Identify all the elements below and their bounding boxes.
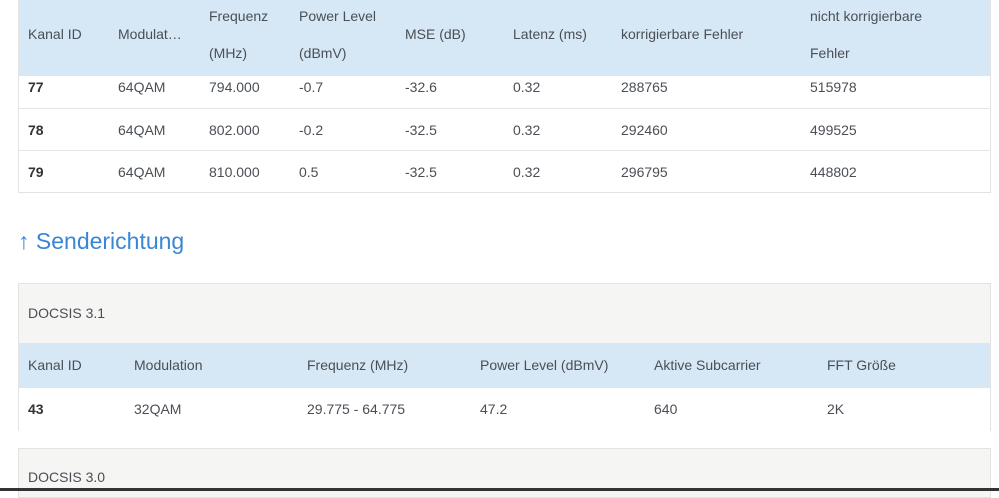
table-header: Kanal ID Modulation Frequenz (MHz) Power… xyxy=(19,343,990,388)
table-row: 77 64QAM 794.000 -0.7 -32.6 0.32 288765 … xyxy=(19,76,990,108)
col-nicht-korrigierbare: nicht korrigierbare xyxy=(810,8,923,24)
cell-power: -0.2 xyxy=(299,122,324,138)
col-fft-groesse: FFT Größe xyxy=(827,357,896,373)
col-power-level: Power Level (dBmV) xyxy=(480,357,609,373)
table-row: 43 32QAM 29.775 - 64.775 47.2 640 2K xyxy=(19,388,990,431)
cell-power: 0.5 xyxy=(299,164,319,180)
col-frequenz-unit: (MHz) xyxy=(209,45,248,61)
col-aktive-subcarrier: Aktive Subcarrier xyxy=(654,357,761,373)
cell-power: -0.7 xyxy=(299,79,324,95)
col-power-level-unit: (dBmV) xyxy=(299,45,347,61)
table-header: Kanal ID Modulat… Frequenz (MHz) Power L… xyxy=(19,0,990,76)
cell-latenz: 0.32 xyxy=(513,122,541,138)
docsis31-panel: DOCSIS 3.1 Kanal ID Modulation Frequenz … xyxy=(18,283,991,431)
section-title-senderichtung: ↑ Senderichtung xyxy=(18,228,185,254)
cell-nicht-korr: 515978 xyxy=(810,79,857,95)
table-row: 78 64QAM 802.000 -0.2 -32.5 0.32 292460 … xyxy=(19,108,990,150)
cell-subcarrier: 640 xyxy=(654,401,678,417)
cell-korr: 288765 xyxy=(621,79,668,95)
cell-frequenz: 802.000 xyxy=(209,122,260,138)
cell-latenz: 0.32 xyxy=(513,79,541,95)
downstream-table: Kanal ID Modulat… Frequenz (MHz) Power L… xyxy=(18,0,991,193)
col-korrigierbare: korrigierbare Fehler xyxy=(621,26,744,42)
cell-modulation: 64QAM xyxy=(118,79,166,95)
col-kanal-id: Kanal ID xyxy=(28,26,82,42)
cell-frequenz: 29.775 - 64.775 xyxy=(307,401,406,417)
cell-korr: 292460 xyxy=(621,122,668,138)
cell-kanal-id: 79 xyxy=(28,164,44,180)
cell-frequenz: 794.000 xyxy=(209,79,260,95)
cell-modulation: 32QAM xyxy=(134,401,182,417)
col-latenz: Latenz (ms) xyxy=(513,26,587,42)
cell-kanal-id: 43 xyxy=(28,401,44,417)
col-mse: MSE (dB) xyxy=(405,26,466,42)
col-frequenz: Frequenz xyxy=(209,8,269,24)
cell-power: 47.2 xyxy=(480,401,508,417)
col-frequenz: Frequenz (MHz) xyxy=(307,357,409,373)
cell-latenz: 0.32 xyxy=(513,164,541,180)
cell-mse: -32.6 xyxy=(405,79,437,95)
cell-modulation: 64QAM xyxy=(118,122,166,138)
cell-nicht-korr: 499525 xyxy=(810,122,857,138)
cell-korr: 296795 xyxy=(621,164,668,180)
col-modulation: Modulat… xyxy=(118,26,182,42)
col-nicht-korrigierbare-2: Fehler xyxy=(810,45,850,61)
col-power-level: Power Level xyxy=(299,8,377,24)
cell-fft: 2K xyxy=(827,401,845,417)
cell-modulation: 64QAM xyxy=(118,164,166,180)
cell-nicht-korr: 448802 xyxy=(810,164,857,180)
cell-kanal-id: 78 xyxy=(28,122,44,138)
col-modulation: Modulation xyxy=(134,357,203,373)
docsis31-label: DOCSIS 3.1 xyxy=(28,305,106,321)
cell-mse: -32.5 xyxy=(405,164,437,180)
cell-frequenz: 810.000 xyxy=(209,164,260,180)
docsis30-label: DOCSIS 3.0 xyxy=(28,469,106,485)
col-kanal-id: Kanal ID xyxy=(28,357,82,373)
cell-mse: -32.5 xyxy=(405,122,437,138)
cell-kanal-id: 77 xyxy=(28,79,44,95)
table-row: 79 64QAM 810.000 0.5 -32.5 0.32 296795 4… xyxy=(19,150,990,192)
